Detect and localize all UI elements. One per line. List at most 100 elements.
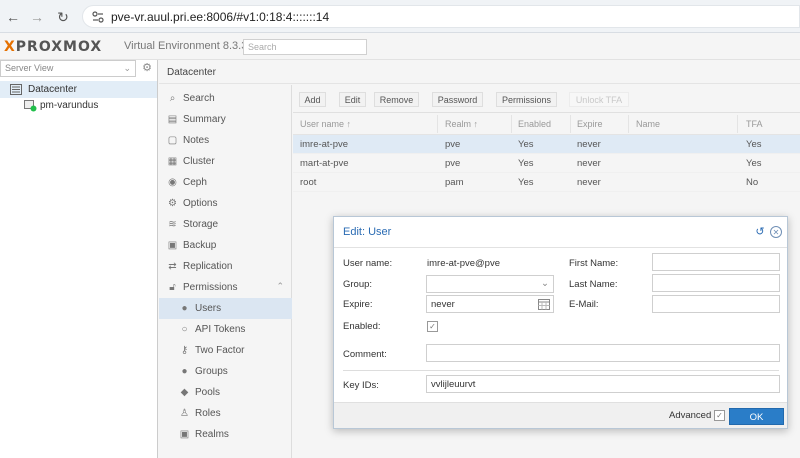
grid-header: User name ↑ Realm ↑ Enabled Expire Name … [293,113,800,135]
address-book-icon: ▣ [179,429,190,440]
chevron-up-icon: ⌃ [276,281,284,291]
menu-item-cluster[interactable]: ▦ Cluster [159,151,292,172]
menu-item-summary[interactable]: ▤ Summary [159,109,292,130]
datacenter-icon [10,84,22,95]
menu-item-replication[interactable]: ⇄ Replication [159,256,292,277]
column-header-enabled[interactable]: Enabled [518,119,551,129]
menu-item-realms[interactable]: ▣ Realms [159,424,292,445]
menu-item-storage[interactable]: ≋ Storage [159,214,292,235]
notes-icon: ▢ [167,135,178,146]
resource-tree: Server View ⌄ ⚙ Datacenter pm-varundus [0,60,158,458]
tree-item-datacenter[interactable]: Datacenter [0,81,157,98]
gear-icon[interactable]: ⚙ [140,61,154,75]
expire-label: Expire: [343,299,373,310]
edit-user-dialog: Edit: User ↺ ✕ User name: imre-at-pve@pv… [333,216,788,429]
column-header-tfa[interactable]: TFA [746,119,763,129]
remove-button[interactable]: Remove [374,92,419,107]
column-header-expire[interactable]: Expire [577,119,603,129]
key-icon: ⚷ [180,345,189,356]
group-label: Group: [343,279,373,290]
menu-item-permissions[interactable]: 🔓︎ Permissions ⌃ [159,277,292,298]
enabled-label: Enabled: [343,321,381,332]
male-icon: ♙ [180,408,189,419]
firstname-label: First Name: [569,258,619,269]
password-button[interactable]: Password [432,92,483,107]
page-title: Datacenter [159,62,800,84]
firstname-field[interactable] [652,253,780,271]
proxmox-logo: X PROXMOX [4,39,103,55]
edit-button[interactable]: Edit [339,92,366,107]
username-value: imre-at-pve@pve [427,258,500,269]
dialog-header: Edit: User ↺ ✕ [334,217,787,248]
retweet-icon: ⇄ [168,261,177,272]
version-label: Virtual Environment 8.3.3 [124,40,248,52]
username-label: User name: [343,258,393,269]
permissions-button[interactable]: Permissions [496,92,557,107]
calendar-icon[interactable] [538,298,550,310]
menu-item-search[interactable]: ⌕ Search [159,88,292,109]
column-header-realm[interactable]: Realm ↑ [445,119,478,129]
pve-header: X PROXMOX Virtual Environment 8.3.3 Searc… [0,34,800,60]
users-toolbar: Add Edit Remove Password Permissions Unl… [293,85,800,113]
column-header-name[interactable]: Name [636,119,660,129]
menu-item-options[interactable]: ⚙ Options [159,193,292,214]
comment-field[interactable] [426,344,780,362]
menu-item-api-tokens[interactable]: ○ API Tokens [159,319,292,340]
user-icon: ● [181,303,188,314]
email-field[interactable] [652,295,780,313]
database-icon: ≋ [168,219,177,230]
column-header-username[interactable]: User name ↑ [300,119,351,129]
table-row[interactable]: mart-at-pve pve Yes never Yes [293,154,800,173]
ceph-icon: ◉ [168,177,177,188]
dialog-footer: Advanced ✓ OK [334,402,787,428]
ok-button[interactable]: OK [729,408,784,425]
enabled-checkbox[interactable]: ✓ [427,321,438,332]
unlock-tfa-button[interactable]: Unlock TFA [569,92,629,107]
menu-item-pools[interactable]: ◆ Pools [159,382,292,403]
menu-item-roles[interactable]: ♙ Roles [159,403,292,424]
advanced-checkbox[interactable]: ✓ [714,410,725,421]
menu-item-backup[interactable]: ▣ Backup [159,235,292,256]
lastname-label: Last Name: [569,279,618,290]
reset-icon[interactable]: ↺ [754,226,766,238]
tree-item-node[interactable]: pm-varundus [0,97,157,114]
menu-item-ceph[interactable]: ◉ Ceph [159,172,292,193]
floppy-icon: ▣ [167,240,178,251]
unlock-icon: 🔓︎ [169,282,176,293]
reload-icon[interactable]: ↻ [54,8,72,26]
back-icon[interactable]: ← [4,8,22,26]
browser-toolbar: ← → ↻ pve-vr.auul.pri.ee:8006/#v1:0:18:4… [0,0,800,33]
datacenter-menu: ⌕ Search ▤ Summary ▢ Notes ▦ Cluster ◉ Ceph ⚙… [159,85,292,458]
menu-item-notes[interactable]: ▢ Notes [159,130,292,151]
forward-icon[interactable]: → [28,8,46,26]
keyids-label: Key IDs: [343,380,379,391]
dialog-title: Edit: User [343,226,392,238]
users-icon: ● [181,366,188,377]
lastname-field[interactable] [652,274,780,292]
tags-icon: ◆ [180,387,189,398]
advanced-label: Advanced [669,410,712,421]
expire-date-field[interactable]: never [426,295,554,313]
menu-item-users[interactable]: ● Users [159,298,292,319]
email-label: E-Mail: [569,299,599,310]
comment-label: Comment: [343,349,387,360]
divider [343,370,779,371]
search-icon: ⌕ [169,93,176,104]
chevron-down-icon: ⌄ [123,63,131,73]
close-icon[interactable]: ✕ [770,226,782,238]
node-online-icon [24,100,37,112]
menu-item-two-factor[interactable]: ⚷ Two Factor [159,340,292,361]
user-outline-icon: ○ [181,324,188,335]
gear-icon: ⚙ [168,198,177,209]
group-select[interactable]: ⌄ [426,275,554,293]
address-bar[interactable]: pve-vr.auul.pri.ee:8006/#v1:0:18:4::::::… [82,5,800,28]
menu-item-groups[interactable]: ● Groups [159,361,292,382]
site-settings-icon[interactable] [91,10,105,24]
keyids-field[interactable]: vvlijleuurvt [426,375,780,393]
server-icon: ▦ [167,156,178,167]
view-select[interactable]: Server View ⌄ [0,60,136,77]
add-button[interactable]: Add [299,92,326,107]
search-input[interactable]: Search [243,39,367,55]
table-row[interactable]: imre-at-pve pve Yes never Yes [293,135,800,154]
table-row[interactable]: root pam Yes never No [293,173,800,192]
